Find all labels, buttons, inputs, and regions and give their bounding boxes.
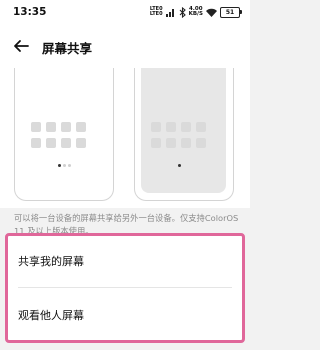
status-bar: 13:35 LTE0 LTE0 4.00 KB/S 51 [0,0,250,24]
bluetooth-icon [179,6,186,18]
watch-others-screen-option[interactable]: 观看他人屏幕 [8,290,242,340]
app-grid [31,122,86,148]
share-my-screen-option[interactable]: 共享我的屏幕 [8,236,242,286]
page-indicator [58,164,71,167]
shared-screen [141,68,226,193]
page-title: 屏幕共享 [42,41,93,56]
app-grid [151,122,206,148]
app-header: 屏幕共享 [0,24,250,68]
wifi-icon [206,8,217,17]
screen-share-illustration [0,68,250,208]
option-label: 共享我的屏幕 [18,255,84,268]
source-phone-illustration [14,68,114,201]
status-time: 13:35 [13,6,47,18]
status-icons: LTE0 LTE0 4.00 KB/S 51 [149,5,242,18]
option-label: 观看他人屏幕 [18,309,84,322]
network-type-indicator: LTE0 LTE0 [149,6,163,17]
viewer-phone-illustration [134,68,234,201]
back-arrow-icon[interactable] [12,37,30,55]
battery-icon: 51 [220,6,242,18]
network-speed: 4.00 KB/S [188,5,203,17]
signal-icon [165,9,174,17]
page-indicator [178,164,181,167]
share-options-panel: 共享我的屏幕 观看他人屏幕 [5,233,245,343]
divider [18,287,232,288]
